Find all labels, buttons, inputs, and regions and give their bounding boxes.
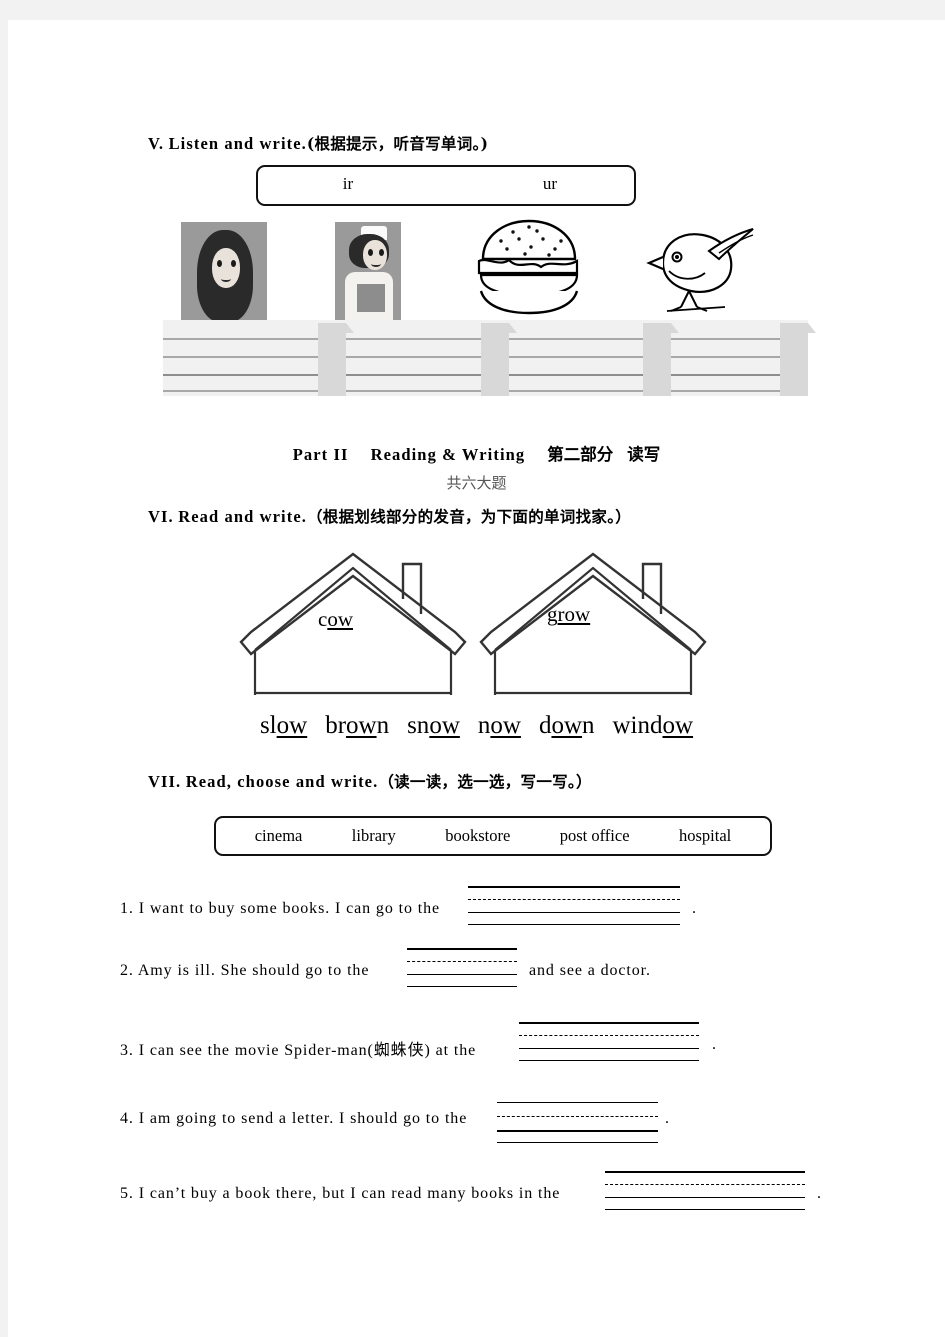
- section-vii-instruction: （读一读，选一选，写一写。）: [378, 772, 592, 791]
- word-bank-item-hospital: hospital: [678, 826, 732, 845]
- word-bank-box: cinema library bookstore post office hos…: [214, 816, 772, 856]
- word-bank-item-post-office: post office: [559, 826, 630, 845]
- word-bank-item-cinema: cinema: [254, 826, 303, 845]
- question-3-period: .: [712, 1036, 716, 1053]
- part-two-title-en: Reading & Writing: [370, 445, 526, 464]
- house-diagram: cow grow: [233, 550, 733, 695]
- section-v-title: Listen and write.: [168, 134, 307, 153]
- question-2-number: 2.: [120, 962, 134, 979]
- section-v-instruction: (根据提示，听音写单词。): [306, 134, 489, 153]
- ow-word: now: [477, 712, 521, 739]
- question-1-period: .: [692, 900, 696, 917]
- question-4-period: .: [665, 1110, 669, 1127]
- bird-icon: [646, 228, 754, 312]
- question-3-text: 3. I can see the movie Spider-man(蜘蛛侠) a…: [120, 1036, 476, 1060]
- picture-prompt-strip: [163, 216, 808, 326]
- house-label-grow: grow: [547, 602, 591, 626]
- question-3-prompt: I can see the movie Spider-man(蜘蛛侠) at t…: [138, 1042, 477, 1059]
- ow-word: window: [612, 712, 694, 739]
- house-grow: [479, 552, 707, 695]
- section-vii-title: Read, choose and write.: [185, 772, 379, 791]
- question-5-prompt: I can’t buy a book there, but I can read…: [138, 1185, 561, 1202]
- question-2-suffix: and see a doctor.: [529, 962, 651, 979]
- picture-nurse: [335, 222, 401, 326]
- ow-word: snow: [407, 712, 460, 739]
- staff-divider: [643, 323, 679, 396]
- part-two-label-cn: 第二部分: [547, 445, 614, 464]
- section-vii-heading: VII. Read, choose and write.（读一读，选一选，写一写…: [148, 770, 592, 792]
- question-5-period: .: [817, 1185, 821, 1202]
- question-5-number: 5.: [120, 1185, 134, 1202]
- question-4-text: 4. I am going to send a letter. I should…: [120, 1110, 467, 1128]
- part-two-subcount: 共六大题: [446, 474, 507, 492]
- section-vi-number: VI.: [148, 507, 174, 526]
- picture-girl: [181, 222, 267, 326]
- question-5-answer-blank[interactable]: [605, 1171, 805, 1211]
- question-2-prompt: Amy is ill. She should go to the: [137, 962, 370, 979]
- part-two-label: Part II: [292, 445, 349, 464]
- question-2-text: 2. Amy is ill. She should go to the: [120, 962, 369, 980]
- question-1-text: 1. I want to buy some books. I can go to…: [120, 900, 440, 918]
- question-5-text: 5. I can’t buy a book there, but I can r…: [120, 1185, 560, 1203]
- ow-word-list: slow brown snow now down window: [8, 712, 945, 740]
- houses-svg: [239, 552, 707, 695]
- house-label-cow: cow: [318, 607, 353, 631]
- question-1-answer-blank[interactable]: [468, 886, 680, 926]
- question-3-number: 3.: [120, 1042, 134, 1059]
- picture-bird: [633, 217, 763, 322]
- handwriting-staff-strip: [163, 320, 816, 396]
- question-1-prompt: I want to buy some books. I can go to th…: [138, 900, 441, 917]
- question-1-number: 1.: [120, 900, 134, 917]
- house-cow: [239, 552, 467, 695]
- phonics-option-ur: ur: [542, 174, 558, 193]
- question-4-prompt: I am going to send a letter. I should go…: [138, 1110, 468, 1127]
- word-bank-item-bookstore: bookstore: [445, 826, 511, 845]
- question-4-answer-blank[interactable]: [497, 1102, 658, 1143]
- staff-divider: [318, 323, 354, 396]
- ow-word: down: [538, 712, 595, 739]
- staff-divider: [481, 323, 517, 396]
- section-vi-title: Read and write.: [178, 507, 307, 526]
- staff-divider: [780, 323, 816, 396]
- picture-hamburger: [469, 215, 589, 324]
- section-vii-number: VII.: [148, 772, 182, 791]
- question-4-number: 4.: [120, 1110, 134, 1127]
- part-two-title-cn: 读写: [627, 445, 661, 464]
- section-vi-instruction: （根据划线部分的发音，为下面的单词找家。）: [307, 507, 632, 526]
- ow-word: brown: [325, 712, 390, 739]
- question-3-answer-blank[interactable]: [519, 1022, 699, 1062]
- phonics-option-ir: ir: [342, 174, 354, 193]
- hamburger-icon: [477, 219, 579, 315]
- section-vi-heading: VI. Read and write.（根据划线部分的发音，为下面的单词找家。）: [148, 505, 631, 527]
- word-bank-item-library: library: [351, 826, 396, 845]
- section-v-heading: V. Listen and write.(根据提示，听音写单词。): [148, 132, 488, 154]
- worksheet-page: V. Listen and write.(根据提示，听音写单词。) ir ur: [8, 20, 945, 1337]
- part-two-heading: Part II Reading & Writing 第二部分 读写: [8, 441, 945, 465]
- section-v-number: V.: [148, 134, 165, 153]
- phonics-box: ir ur: [256, 165, 636, 206]
- ow-word: slow: [259, 712, 308, 739]
- question-2-answer-blank[interactable]: [407, 948, 517, 988]
